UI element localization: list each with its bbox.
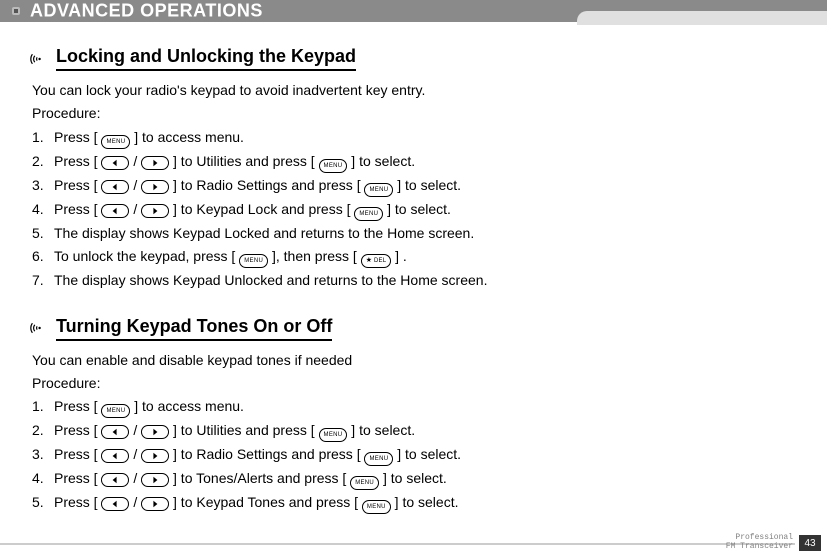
footer-rule <box>0 543 795 545</box>
menu-key-icon: MENU <box>354 207 383 221</box>
footer: Professional FM Transceiver 43 <box>726 534 821 552</box>
right-arrow-key-icon <box>141 449 169 463</box>
procedure-step: Press [ / ] to Radio Settings and press … <box>32 443 797 466</box>
menu-key-icon: MENU <box>350 476 379 490</box>
menu-key-icon: MENU <box>362 500 391 514</box>
procedure-step: The display shows Keypad Locked and retu… <box>32 222 797 244</box>
right-arrow-key-icon <box>141 204 169 218</box>
procedure-step: The display shows Keypad Unlocked and re… <box>32 269 797 291</box>
section-intro: You can lock your radio's keypad to avoi… <box>32 79 797 101</box>
menu-key-icon: MENU <box>319 428 348 442</box>
left-arrow-key-icon <box>101 204 129 218</box>
procedure-step: Press [ / ] to Radio Settings and press … <box>32 174 797 197</box>
right-arrow-key-icon <box>141 156 169 170</box>
procedure-step: Press [ / ] to Keypad Tones and press [ … <box>32 491 797 514</box>
section-body: You can enable and disable keypad tones … <box>30 349 797 515</box>
left-arrow-key-icon <box>101 156 129 170</box>
procedure-step: Press [ MENU ] to access menu. <box>32 126 797 149</box>
procedure-step: To unlock the keypad, press [ MENU ], th… <box>32 245 797 268</box>
left-arrow-key-icon <box>101 425 129 439</box>
menu-key-icon: MENU <box>364 452 393 466</box>
procedure-label: Procedure: <box>32 102 797 124</box>
section-intro: You can enable and disable keypad tones … <box>32 349 797 371</box>
section-title: Turning Keypad Tones On or Off <box>56 316 332 341</box>
right-arrow-key-icon <box>141 180 169 194</box>
section: Turning Keypad Tones On or Off You can en… <box>0 316 827 515</box>
menu-key-icon: MENU <box>101 404 130 418</box>
left-arrow-key-icon <box>101 180 129 194</box>
procedure-step: Press [ / ] to Keypad Lock and press [ M… <box>32 198 797 221</box>
section-title: Locking and Unlocking the Keypad <box>56 46 356 71</box>
section: Locking and Unlocking the Keypad You can … <box>0 46 827 292</box>
menu-key-icon: MENU <box>239 254 268 268</box>
procedure-steps: Press [ MENU ] to access menu.Press [ / … <box>32 126 797 292</box>
page-title: ADVANCED OPERATIONS <box>30 1 263 22</box>
star-del-key-icon: DEL <box>361 254 392 268</box>
page-number-badge: 43 <box>799 535 821 551</box>
menu-key-icon: MENU <box>364 183 393 197</box>
left-arrow-key-icon <box>101 449 129 463</box>
radio-waves-icon <box>30 51 46 67</box>
section-body: You can lock your radio's keypad to avoi… <box>30 79 797 292</box>
left-arrow-key-icon <box>101 473 129 487</box>
radio-waves-icon <box>30 320 46 336</box>
footer-text: Professional FM Transceiver <box>726 534 793 552</box>
menu-key-icon: MENU <box>101 135 130 149</box>
procedure-step: Press [ / ] to Utilities and press [ MEN… <box>32 419 797 442</box>
section-header: Turning Keypad Tones On or Off <box>30 316 797 341</box>
procedure-steps: Press [ MENU ] to access menu.Press [ / … <box>32 395 797 514</box>
left-arrow-key-icon <box>101 497 129 511</box>
right-arrow-key-icon <box>141 497 169 511</box>
header-band-light <box>577 11 827 25</box>
section-header: Locking and Unlocking the Keypad <box>30 46 797 71</box>
right-arrow-key-icon <box>141 425 169 439</box>
header-bullet-icon <box>12 7 20 15</box>
procedure-step: Press [ / ] to Utilities and press [ MEN… <box>32 150 797 173</box>
procedure-label: Procedure: <box>32 372 797 394</box>
header-band: ADVANCED OPERATIONS <box>0 0 827 22</box>
right-arrow-key-icon <box>141 473 169 487</box>
procedure-step: Press [ / ] to Tones/Alerts and press [ … <box>32 467 797 490</box>
procedure-step: Press [ MENU ] to access menu. <box>32 395 797 418</box>
footer-line2: FM Transceiver <box>726 543 793 552</box>
menu-key-icon: MENU <box>319 159 348 173</box>
